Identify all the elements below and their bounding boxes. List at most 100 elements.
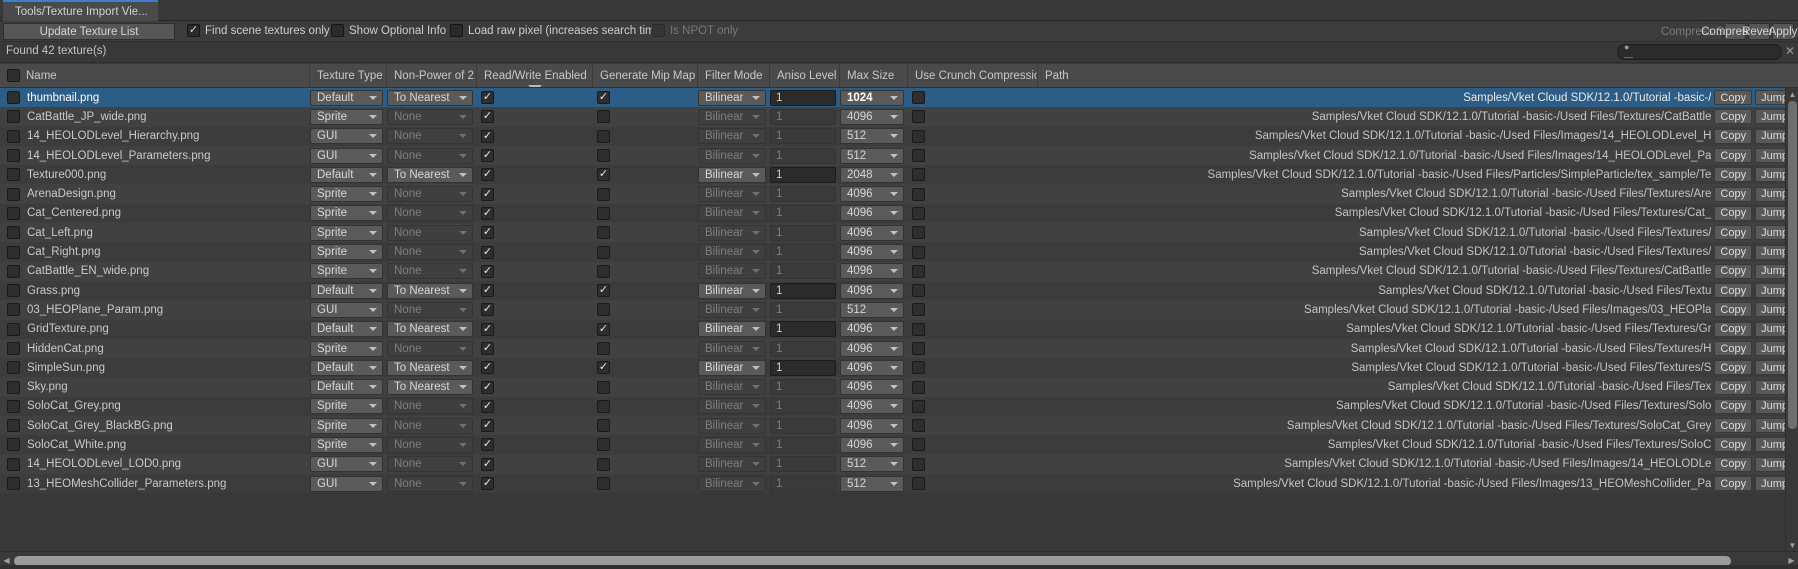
cell-read-write-enabled[interactable]: ✓: [477, 435, 593, 454]
cell-max-size[interactable]: 2048: [840, 165, 908, 184]
cell-aniso-level[interactable]: 1: [770, 165, 840, 184]
cell-use-crunch-compression[interactable]: ✓: [908, 165, 1038, 184]
copy-path-button[interactable]: Copy: [1714, 263, 1753, 279]
texture-type-dropdown[interactable]: Default: [310, 359, 383, 376]
generate-mip-map-checkbox[interactable]: ✓: [597, 110, 610, 124]
column-header-aniso-level[interactable]: Aniso Level: [770, 64, 840, 87]
cell-name[interactable]: CatBattle_EN_wide.png: [0, 262, 310, 281]
read-write-enabled-checkbox[interactable]: ✓: [481, 457, 494, 471]
table-row[interactable]: Grass.png Default To Nearest ✓ ✓ Bilinear 1 409…: [0, 280, 1798, 301]
use-crunch-compression-checkbox[interactable]: ✓: [912, 361, 925, 375]
cell-use-crunch-compression[interactable]: ✓: [908, 127, 1038, 146]
table-row[interactable]: CatBattle_JP_wide.png Sprite None ✓ ✓ Bilinea…: [0, 107, 1798, 127]
column-header-non-power-of-2[interactable]: Non-Power of 2: [387, 64, 477, 87]
row-select-checkbox[interactable]: [7, 91, 20, 105]
cell-use-crunch-compression[interactable]: ✓: [908, 358, 1038, 377]
cell-name[interactable]: Texture000.png: [0, 165, 310, 184]
generate-mip-map-checkbox[interactable]: ✓: [597, 438, 610, 452]
cell-texture-type[interactable]: GUI: [310, 300, 387, 319]
row-select-checkbox[interactable]: [7, 477, 20, 491]
texture-type-dropdown[interactable]: Sprite: [310, 205, 383, 222]
non-power-of-2-dropdown[interactable]: To Nearest: [387, 379, 473, 396]
table-row[interactable]: Cat_Right.png Sprite None ✓ ✓ Bilinear 1 4096 ✓ S…: [0, 242, 1798, 262]
texture-type-dropdown[interactable]: Default: [310, 89, 383, 106]
read-write-enabled-checkbox[interactable]: ✓: [481, 149, 494, 163]
use-crunch-compression-checkbox[interactable]: ✓: [912, 149, 925, 163]
table-row[interactable]: 13_HEOMeshCollider_Parameters.png GUI None…: [0, 473, 1798, 494]
cell-texture-type[interactable]: GUI: [310, 455, 387, 474]
read-write-enabled-checkbox[interactable]: ✓: [481, 264, 494, 278]
copy-path-button[interactable]: Copy: [1714, 302, 1753, 318]
copy-path-button[interactable]: Copy: [1714, 437, 1753, 453]
table-row[interactable]: CatBattle_EN_wide.png Sprite None ✓ ✓ Bilinea…: [0, 261, 1798, 281]
copy-path-button[interactable]: Copy: [1714, 186, 1753, 202]
aniso-level-input[interactable]: 1: [770, 282, 836, 299]
cell-texture-type[interactable]: Sprite: [310, 107, 387, 126]
cell-generate-mip-map[interactable]: ✓: [593, 416, 698, 435]
cell-name[interactable]: Sky.png: [0, 377, 310, 396]
cell-read-write-enabled[interactable]: ✓: [477, 474, 593, 493]
cell-generate-mip-map[interactable]: ✓: [593, 474, 698, 493]
cell-texture-type[interactable]: Sprite: [310, 262, 387, 281]
cell-name[interactable]: HiddenCat.png: [0, 339, 310, 358]
cell-use-crunch-compression[interactable]: ✓: [908, 416, 1038, 435]
max-size-dropdown[interactable]: 4096: [840, 186, 904, 203]
cell-read-write-enabled[interactable]: ✓: [477, 358, 593, 377]
use-crunch-compression-checkbox[interactable]: ✓: [912, 110, 925, 124]
cell-max-size[interactable]: 512: [840, 455, 908, 474]
use-crunch-compression-checkbox[interactable]: ✓: [912, 380, 925, 394]
cell-texture-type[interactable]: Sprite: [310, 397, 387, 416]
max-size-dropdown[interactable]: 512: [840, 301, 904, 318]
generate-mip-map-checkbox[interactable]: ✓: [597, 284, 610, 298]
aniso-level-input[interactable]: 1: [770, 359, 836, 376]
caret-down-icon[interactable]: ▼: [1786, 539, 1798, 551]
cell-name[interactable]: SoloCat_Grey_BlackBG.png: [0, 416, 310, 435]
table-row[interactable]: SoloCat_Grey_BlackBG.png Sprite None ✓ ✓ Bili…: [0, 416, 1798, 436]
texture-type-dropdown[interactable]: Sprite: [310, 224, 383, 241]
copy-path-button[interactable]: Copy: [1714, 341, 1753, 356]
use-crunch-compression-checkbox[interactable]: ✓: [912, 419, 925, 433]
cell-read-write-enabled[interactable]: ✓: [477, 281, 593, 300]
cell-read-write-enabled[interactable]: ✓: [477, 165, 593, 184]
copy-path-button[interactable]: Copy: [1714, 379, 1753, 395]
row-select-checkbox[interactable]: [7, 399, 20, 413]
cell-non-power-of-2[interactable]: To Nearest: [387, 88, 477, 107]
filter-mode-dropdown[interactable]: Bilinear: [698, 282, 766, 299]
use-crunch-compression-checkbox[interactable]: ✓: [912, 264, 925, 278]
show-optional-info-checkbox[interactable]: Show Optional Info: [331, 24, 446, 37]
filter-mode-dropdown[interactable]: Bilinear: [698, 89, 766, 106]
cell-max-size[interactable]: 4096: [840, 397, 908, 416]
row-select-checkbox[interactable]: [7, 129, 20, 143]
cell-generate-mip-map[interactable]: ✓: [593, 435, 698, 454]
table-row[interactable]: SimpleSun.png Default To Nearest ✓ ✓ Bilinear…: [0, 358, 1798, 378]
caret-up-icon[interactable]: ▲: [1786, 88, 1798, 100]
max-size-dropdown[interactable]: 2048: [840, 166, 904, 183]
filter-mode-dropdown[interactable]: Bilinear: [698, 166, 766, 183]
generate-mip-map-checkbox[interactable]: ✓: [597, 91, 610, 105]
column-header-use-crunch-compression[interactable]: Use Crunch Compression: [908, 64, 1038, 87]
copy-path-button[interactable]: Copy: [1714, 398, 1753, 414]
row-select-checkbox[interactable]: [7, 380, 20, 394]
cell-generate-mip-map[interactable]: ✓: [593, 262, 698, 281]
copy-path-button[interactable]: Copy: [1714, 321, 1753, 337]
generate-mip-map-checkbox[interactable]: ✓: [597, 264, 610, 278]
use-crunch-compression-checkbox[interactable]: ✓: [912, 129, 925, 143]
non-power-of-2-dropdown[interactable]: To Nearest: [387, 282, 473, 299]
aniso-level-input[interactable]: 1: [770, 321, 836, 338]
generate-mip-map-checkbox[interactable]: ✓: [597, 187, 610, 201]
use-crunch-compression-checkbox[interactable]: ✓: [912, 206, 925, 220]
cell-name[interactable]: Cat_Left.png: [0, 223, 310, 242]
use-crunch-compression-checkbox[interactable]: ✓: [912, 399, 925, 413]
max-size-dropdown[interactable]: 4096: [840, 244, 904, 261]
tab-texture-import-viewer[interactable]: Tools/Texture Import Vie...: [3, 0, 158, 21]
cell-texture-type[interactable]: Sprite: [310, 416, 387, 435]
search-input[interactable]: [1640, 45, 1775, 59]
texture-type-dropdown[interactable]: Sprite: [310, 417, 383, 434]
read-write-enabled-checkbox[interactable]: ✓: [481, 206, 494, 220]
cell-non-power-of-2[interactable]: To Nearest: [387, 165, 477, 184]
generate-mip-map-checkbox[interactable]: ✓: [597, 380, 610, 394]
texture-type-dropdown[interactable]: Sprite: [310, 340, 383, 357]
generate-mip-map-checkbox[interactable]: ✓: [597, 342, 610, 355]
close-icon[interactable]: ✕: [1785, 45, 1795, 57]
generate-mip-map-checkbox[interactable]: ✓: [597, 168, 610, 182]
